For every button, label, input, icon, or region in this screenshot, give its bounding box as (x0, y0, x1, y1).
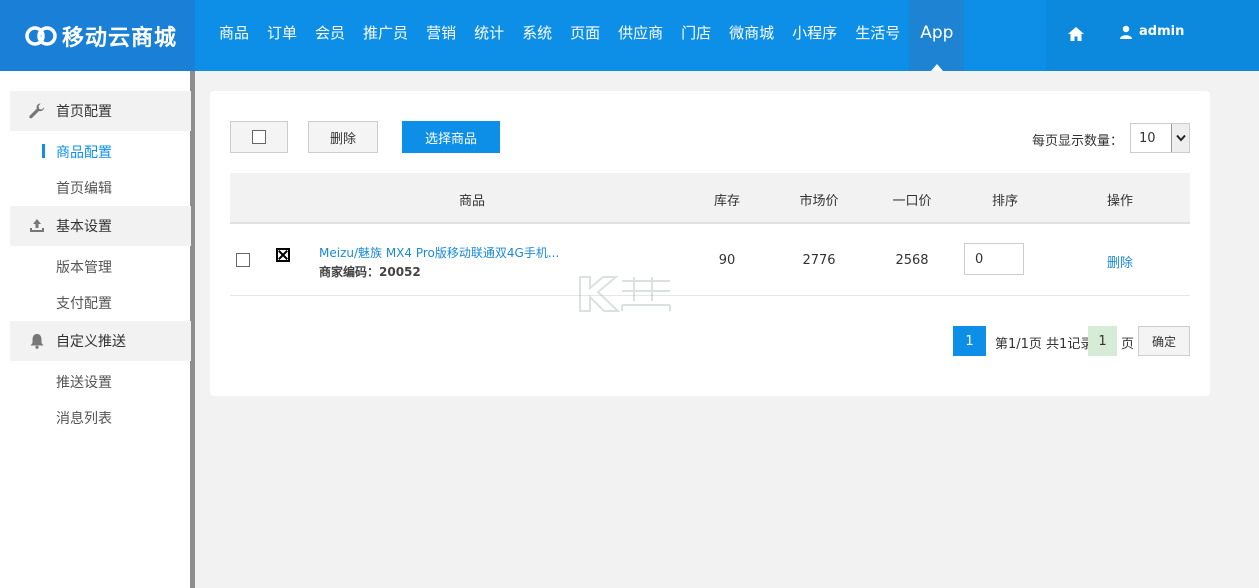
page-info: 第1/1页 共1记录 (995, 337, 1094, 352)
nav-item-promoters[interactable]: 推广员 (354, 0, 417, 71)
nav-item-goods[interactable]: 商品 (210, 0, 258, 71)
active-indicator (42, 144, 45, 158)
cloud-logo-icon (25, 25, 57, 46)
column-header-goods: 商品 (458, 194, 486, 209)
nav-item-system[interactable]: 系统 (513, 0, 561, 71)
user-menu[interactable]: admin (1119, 24, 1184, 39)
column-header-sort: 排序 (991, 194, 1019, 209)
column-header-price: 一口价 (892, 194, 932, 209)
nav-item-suppliers[interactable]: 供应商 (609, 0, 672, 71)
sidebar-group-label: 基本设置 (56, 219, 112, 235)
nav-item-orders[interactable]: 订单 (258, 0, 306, 71)
nav-item-app[interactable]: App (909, 0, 965, 71)
nav-item-members[interactable]: 会员 (306, 0, 354, 71)
row-checkbox[interactable] (236, 253, 250, 267)
home-icon[interactable] (1066, 24, 1086, 44)
sidebar-item-home-edit[interactable]: 首页编辑 (56, 178, 112, 198)
user-icon (1120, 25, 1132, 39)
sidebar-group-basic-settings[interactable]: 基本设置 (10, 206, 191, 246)
nav-item-marketing[interactable]: 营销 (417, 0, 465, 71)
delete-button[interactable]: 删除 (308, 121, 378, 153)
wrench-icon (29, 103, 45, 119)
page-number-button[interactable]: 1 (953, 326, 986, 356)
page-jump-input[interactable]: 1 (1088, 326, 1117, 356)
price-value: 2568 (895, 253, 929, 268)
nav-item-stores[interactable]: 门店 (672, 0, 720, 71)
row-delete-link[interactable]: 删除 (1107, 252, 1133, 271)
watermark-logo (579, 276, 671, 312)
sidebar-group-label: 自定义推送 (56, 334, 126, 350)
sidebar-item-message-list[interactable]: 消息列表 (56, 408, 112, 428)
sidebar-group-label: 首页配置 (56, 104, 112, 120)
stock-value: 90 (718, 253, 736, 268)
sidebar-group-push[interactable]: 自定义推送 (10, 321, 191, 361)
page-unit-label: 页 (1121, 337, 1135, 352)
column-header-market-price: 市场价 (799, 194, 839, 209)
chevron-down-icon[interactable] (1171, 124, 1189, 152)
upload-icon (30, 219, 44, 232)
select-goods-button[interactable]: 选择商品 (402, 121, 500, 153)
logo-text: 移动云商城 (62, 25, 178, 51)
sort-input[interactable] (964, 243, 1024, 275)
nav-item-pages[interactable]: 页面 (561, 0, 609, 71)
column-header-action: 操作 (1106, 194, 1134, 209)
nav-item-mini-program[interactable]: 小程序 (783, 0, 846, 71)
sidebar-item-goods-config[interactable]: 商品配置 (56, 142, 112, 162)
product-code: 商家编码：20052 (319, 265, 421, 279)
table-header: 商品 库存 市场价 一口价 排序 操作 (230, 173, 1190, 224)
table-row: Meizu/魅族 MX4 Pro版移动联通双4G手机... 商家编码：20052… (230, 224, 1190, 296)
main-nav: 商品 订单 会员 推广员 营销 统计 系统 页面 供应商 门店 微商城 小程序 … (210, 0, 965, 71)
market-price-value: 2776 (802, 253, 836, 268)
broken-image-icon (276, 248, 290, 262)
nav-item-statistics[interactable]: 统计 (465, 0, 513, 71)
page-confirm-button[interactable]: 确定 (1138, 326, 1190, 356)
username: admin (1139, 24, 1185, 39)
top-navbar: 移动云商城 商品 订单 会员 推广员 营销 统计 系统 页面 供应商 门店 微商… (0, 0, 1259, 71)
select-all-checkbox[interactable] (252, 130, 266, 144)
sidebar-item-push-settings[interactable]: 推送设置 (56, 372, 112, 392)
column-header-stock: 库存 (713, 194, 741, 209)
product-name-link[interactable]: Meizu/魅族 MX4 Pro版移动联通双4G手机... (319, 244, 559, 261)
content-panel: 删除 选择商品 每页显示数量： 10 商品 库存 市场价 一口价 排序 操作 M… (210, 91, 1210, 396)
perpage-value: 10 (1139, 130, 1156, 146)
sidebar-item-payment[interactable]: 支付配置 (56, 293, 112, 313)
nav-item-wechat-mall[interactable]: 微商城 (720, 0, 783, 71)
sidebar-group-home-config[interactable]: 首页配置 (10, 91, 191, 131)
perpage-label: 每页显示数量： (1032, 134, 1124, 149)
sidebar-item-version[interactable]: 版本管理 (56, 257, 112, 277)
perpage-select[interactable]: 10 (1130, 123, 1190, 153)
select-all-checkbox-button[interactable] (230, 121, 288, 153)
bell-icon (30, 334, 44, 349)
logo[interactable]: 移动云商城 (0, 0, 195, 71)
nav-item-life-account[interactable]: 生活号 (846, 0, 909, 71)
